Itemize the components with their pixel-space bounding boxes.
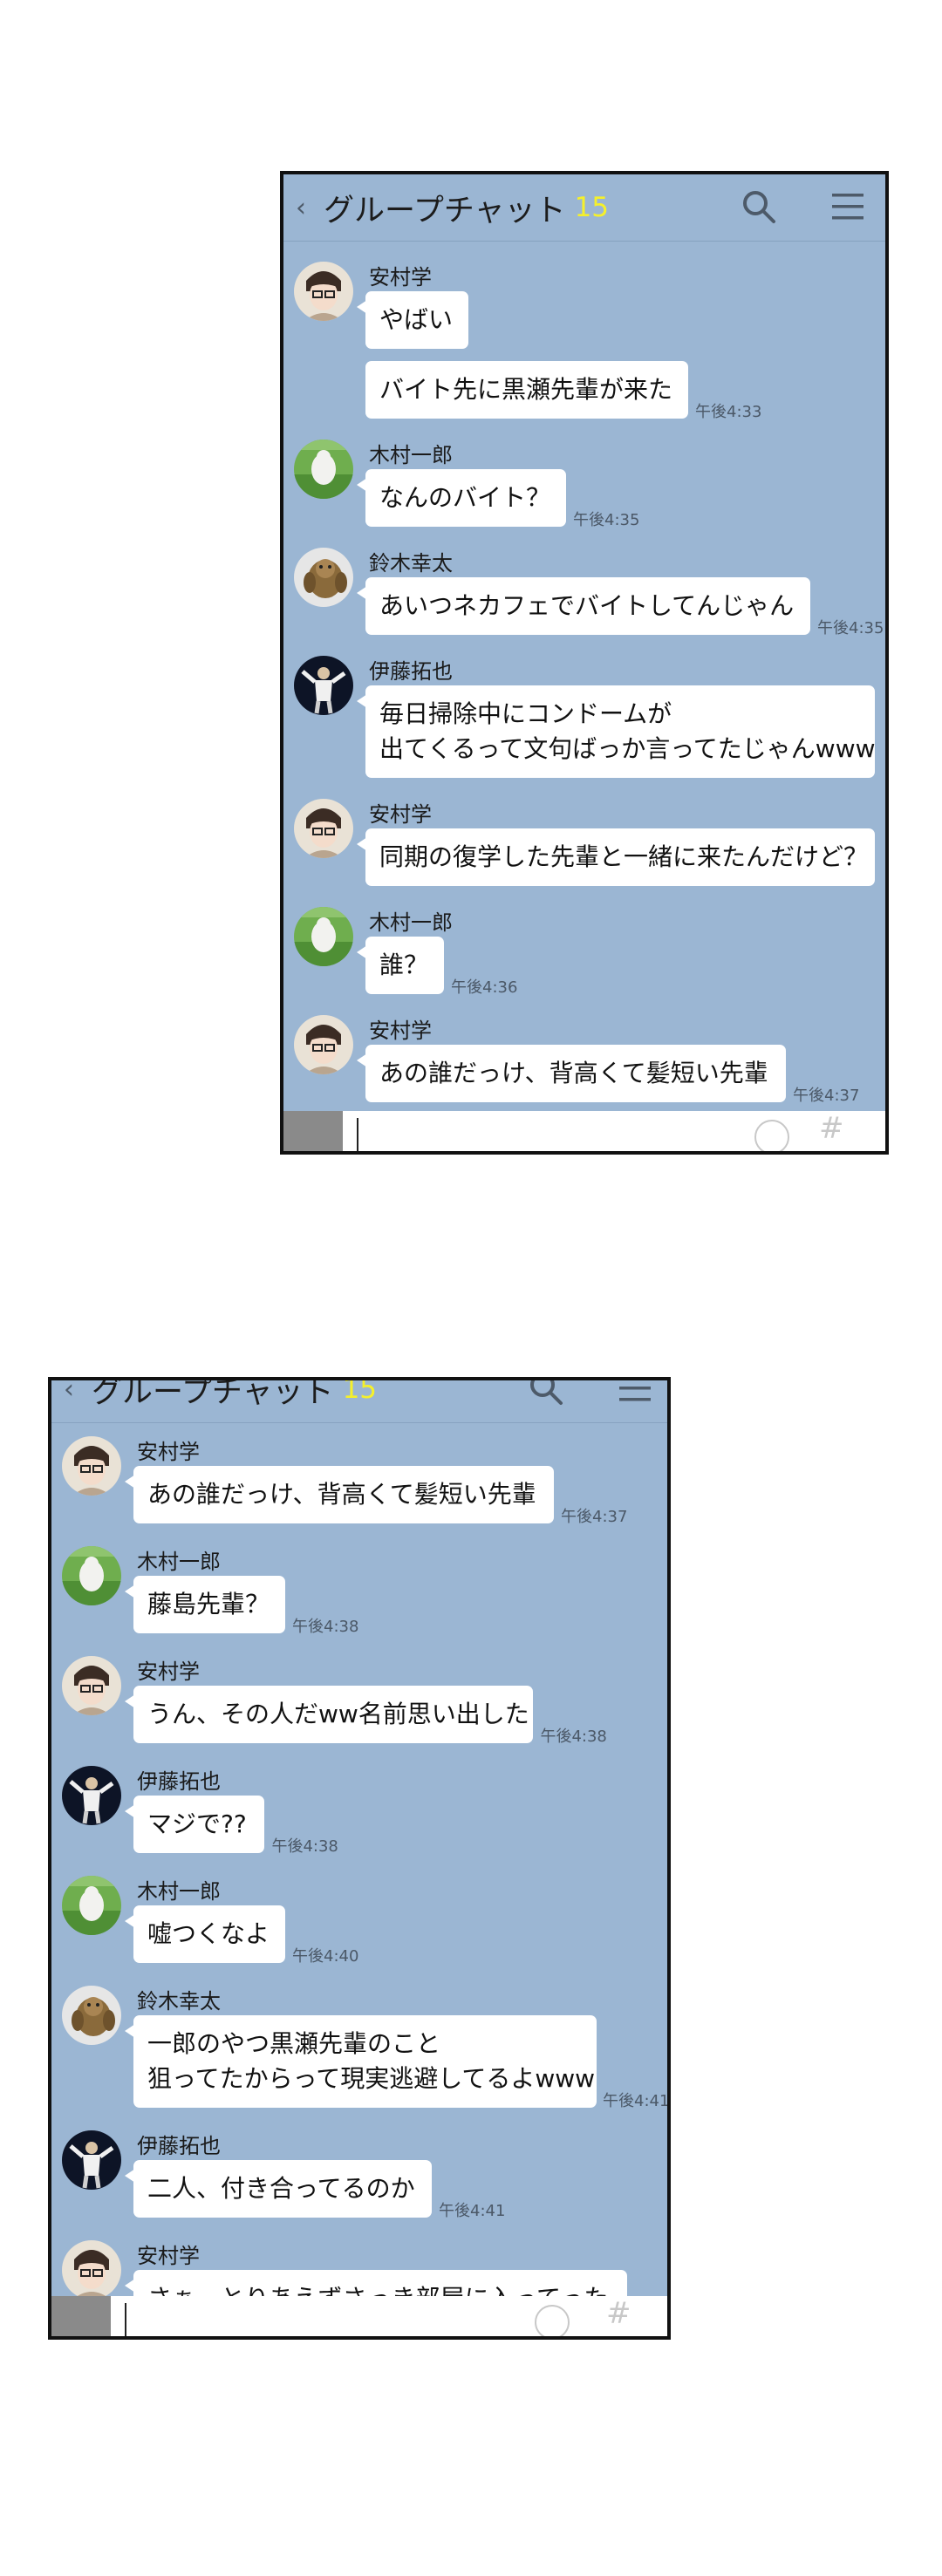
avatar[interactable] xyxy=(294,548,353,607)
sender-name: 安村学 xyxy=(137,1659,200,1684)
sender-name: 安村学 xyxy=(137,2244,200,2268)
message-text: マジで?? xyxy=(147,1809,247,1838)
avatar[interactable] xyxy=(62,1436,121,1496)
message-text: 二人、付き合ってるのか xyxy=(147,2174,415,2203)
message-text: 出てくるって文句ばっか言ってたじゃんwww xyxy=(379,734,876,763)
message-bubble[interactable]: 誰？ xyxy=(357,937,444,994)
sender-name: 鈴木幸太 xyxy=(369,551,453,576)
search-icon[interactable] xyxy=(741,188,777,225)
sender-name: 木村一郎 xyxy=(369,443,453,467)
message-bubble[interactable]: あの誰だっけ、背高くて髪短い先輩 xyxy=(357,1045,786,1102)
timestamp: 午後4:38 xyxy=(292,1618,359,1636)
message-input[interactable] xyxy=(357,1118,358,1151)
message-text: 誰？ xyxy=(379,951,429,979)
plus-icon[interactable] xyxy=(51,2296,111,2336)
sender-name: 伊藤拓也 xyxy=(369,659,453,684)
avatar[interactable] xyxy=(62,1766,121,1825)
message-text: なんのバイト？ xyxy=(379,483,551,512)
sender-name: 安村学 xyxy=(369,802,432,827)
menu-icon[interactable] xyxy=(829,188,866,225)
timestamp: 午後4:38 xyxy=(540,1728,607,1746)
message-text: 藤島先輩？ xyxy=(147,1590,270,1619)
message-bubble[interactable]: バイト先に黒瀬先輩が来た xyxy=(365,361,688,419)
message-text: やばい xyxy=(379,305,454,334)
message-text: 嘘つくなよ xyxy=(147,1919,270,1948)
timestamp: 午後4:36 xyxy=(451,978,518,997)
avatar[interactable] xyxy=(62,2240,121,2300)
timestamp: 午後4:37 xyxy=(561,1508,628,1526)
avatar[interactable] xyxy=(62,1876,121,1935)
message-text: 毎日掃除中にコンドームが xyxy=(379,699,672,728)
timestamp: 午後4:37 xyxy=(793,1087,860,1105)
sender-name: 伊藤拓也 xyxy=(137,2134,221,2158)
sender-name: 木村一郎 xyxy=(137,1879,221,1904)
back-icon[interactable]: ‹ xyxy=(64,1380,83,1405)
timestamp: 午後4:41 xyxy=(439,2202,506,2220)
message-bubble[interactable]: 毎日掃除中にコンドームが出てくるって文句ばっか言ってたじゃんwww xyxy=(357,685,876,778)
avatar[interactable] xyxy=(294,1015,353,1074)
search-icon[interactable] xyxy=(528,1377,564,1407)
timestamp: 午後4:35 xyxy=(817,619,884,637)
message-bubble[interactable]: 藤島先輩？ xyxy=(125,1576,285,1633)
avatar[interactable] xyxy=(294,799,353,858)
avatar[interactable] xyxy=(294,262,353,321)
timestamp: 午後4:41 xyxy=(603,2092,670,2110)
message-text: バイト先に黒瀬先輩が来た xyxy=(379,375,673,404)
chat-screen-2: ‹ グループチャット 15 安村学 あの誰だっけ、背高くて髪短い先輩 午後4:37 木… xyxy=(48,1377,671,2340)
chat-screen-1: ‹ グループチャット 15 安村学 やばい バイト先に黒瀬先輩が来た 午後4:33 木村… xyxy=(280,171,889,1155)
sender-name: 鈴木幸太 xyxy=(137,1989,221,2014)
message-text: うん、その人だww名前思い出した xyxy=(147,1700,529,1728)
avatar[interactable] xyxy=(294,440,353,499)
chat-header: ‹ グループチャット 15 xyxy=(283,174,885,242)
timestamp: 午後4:38 xyxy=(271,1837,338,1856)
message-bubble[interactable]: 二人、付き合ってるのか xyxy=(125,2160,432,2218)
sender-name: 安村学 xyxy=(369,1019,432,1043)
hashtag-icon[interactable]: # xyxy=(606,2296,631,2331)
back-icon[interactable]: ‹ xyxy=(296,193,315,223)
message-text: あいつネカフェでバイトしてんじゃん xyxy=(379,591,795,620)
member-count: 15 xyxy=(342,1377,378,1405)
message-input[interactable] xyxy=(125,2303,126,2336)
avatar[interactable] xyxy=(62,1986,121,2045)
emoji-icon[interactable] xyxy=(754,1120,789,1151)
avatar[interactable] xyxy=(62,2130,121,2190)
hashtag-icon[interactable]: # xyxy=(819,1111,844,1146)
avatar[interactable] xyxy=(294,656,353,715)
message-text: 一郎のやつ黒瀬先輩のこと xyxy=(147,2029,441,2058)
avatar[interactable] xyxy=(62,1656,121,1715)
message-bubble[interactable]: あいつネカフェでバイトしてんじゃん xyxy=(357,577,810,635)
chat-title: グループチャット xyxy=(324,193,566,228)
message-bubble[interactable]: やばい xyxy=(357,291,468,349)
message-bubble[interactable]: マジで?? xyxy=(124,1796,265,1853)
sender-name: 木村一郎 xyxy=(369,910,453,935)
member-count: 15 xyxy=(574,192,610,223)
avatar[interactable] xyxy=(294,907,353,966)
message-bubble[interactable]: あの誰だっけ、背高くて髪短い先輩 xyxy=(125,1466,554,1523)
message-input-bar: # xyxy=(51,2296,667,2336)
plus-icon[interactable] xyxy=(283,1111,343,1151)
message-bubble[interactable]: うん、その人だww名前思い出した xyxy=(124,1686,534,1743)
message-text: あの誰だっけ、背高くて髪短い先輩 xyxy=(147,1480,536,1509)
timestamp: 午後4:33 xyxy=(695,403,762,421)
message-text: 同期の復学した先輩と一緒に来たんだけど？ xyxy=(379,842,869,871)
chat-header: ‹ グループチャット 15 xyxy=(51,1377,667,1423)
message-bubble[interactable]: なんのバイト？ xyxy=(357,469,566,527)
timestamp: 午後4:40 xyxy=(292,1947,359,1966)
avatar[interactable] xyxy=(62,1546,121,1605)
message-bubble[interactable]: 嘘つくなよ xyxy=(125,1905,285,1963)
timestamp: 午後4:35 xyxy=(573,511,640,529)
sender-name: 安村学 xyxy=(369,265,432,290)
message-text: あの誰だっけ、背高くて髪短い先輩 xyxy=(379,1059,768,1087)
message-bubble[interactable]: 同期の復学した先輩と一緒に来たんだけど？ xyxy=(357,828,875,886)
message-input-bar: # xyxy=(283,1111,885,1151)
emoji-icon[interactable] xyxy=(535,2305,570,2336)
chat-title: グループチャット xyxy=(92,1377,334,1410)
message-bubble[interactable]: 一郎のやつ黒瀬先輩のこと狙ってたからって現実逃避してるよwww xyxy=(125,2015,597,2108)
message-text: 狙ってたからって現実逃避してるよwww xyxy=(147,2064,596,2093)
sender-name: 伊藤拓也 xyxy=(137,1769,221,1794)
sender-name: 木村一郎 xyxy=(137,1550,221,1574)
menu-icon[interactable] xyxy=(617,1377,653,1407)
sender-name: 安村学 xyxy=(137,1440,200,1464)
